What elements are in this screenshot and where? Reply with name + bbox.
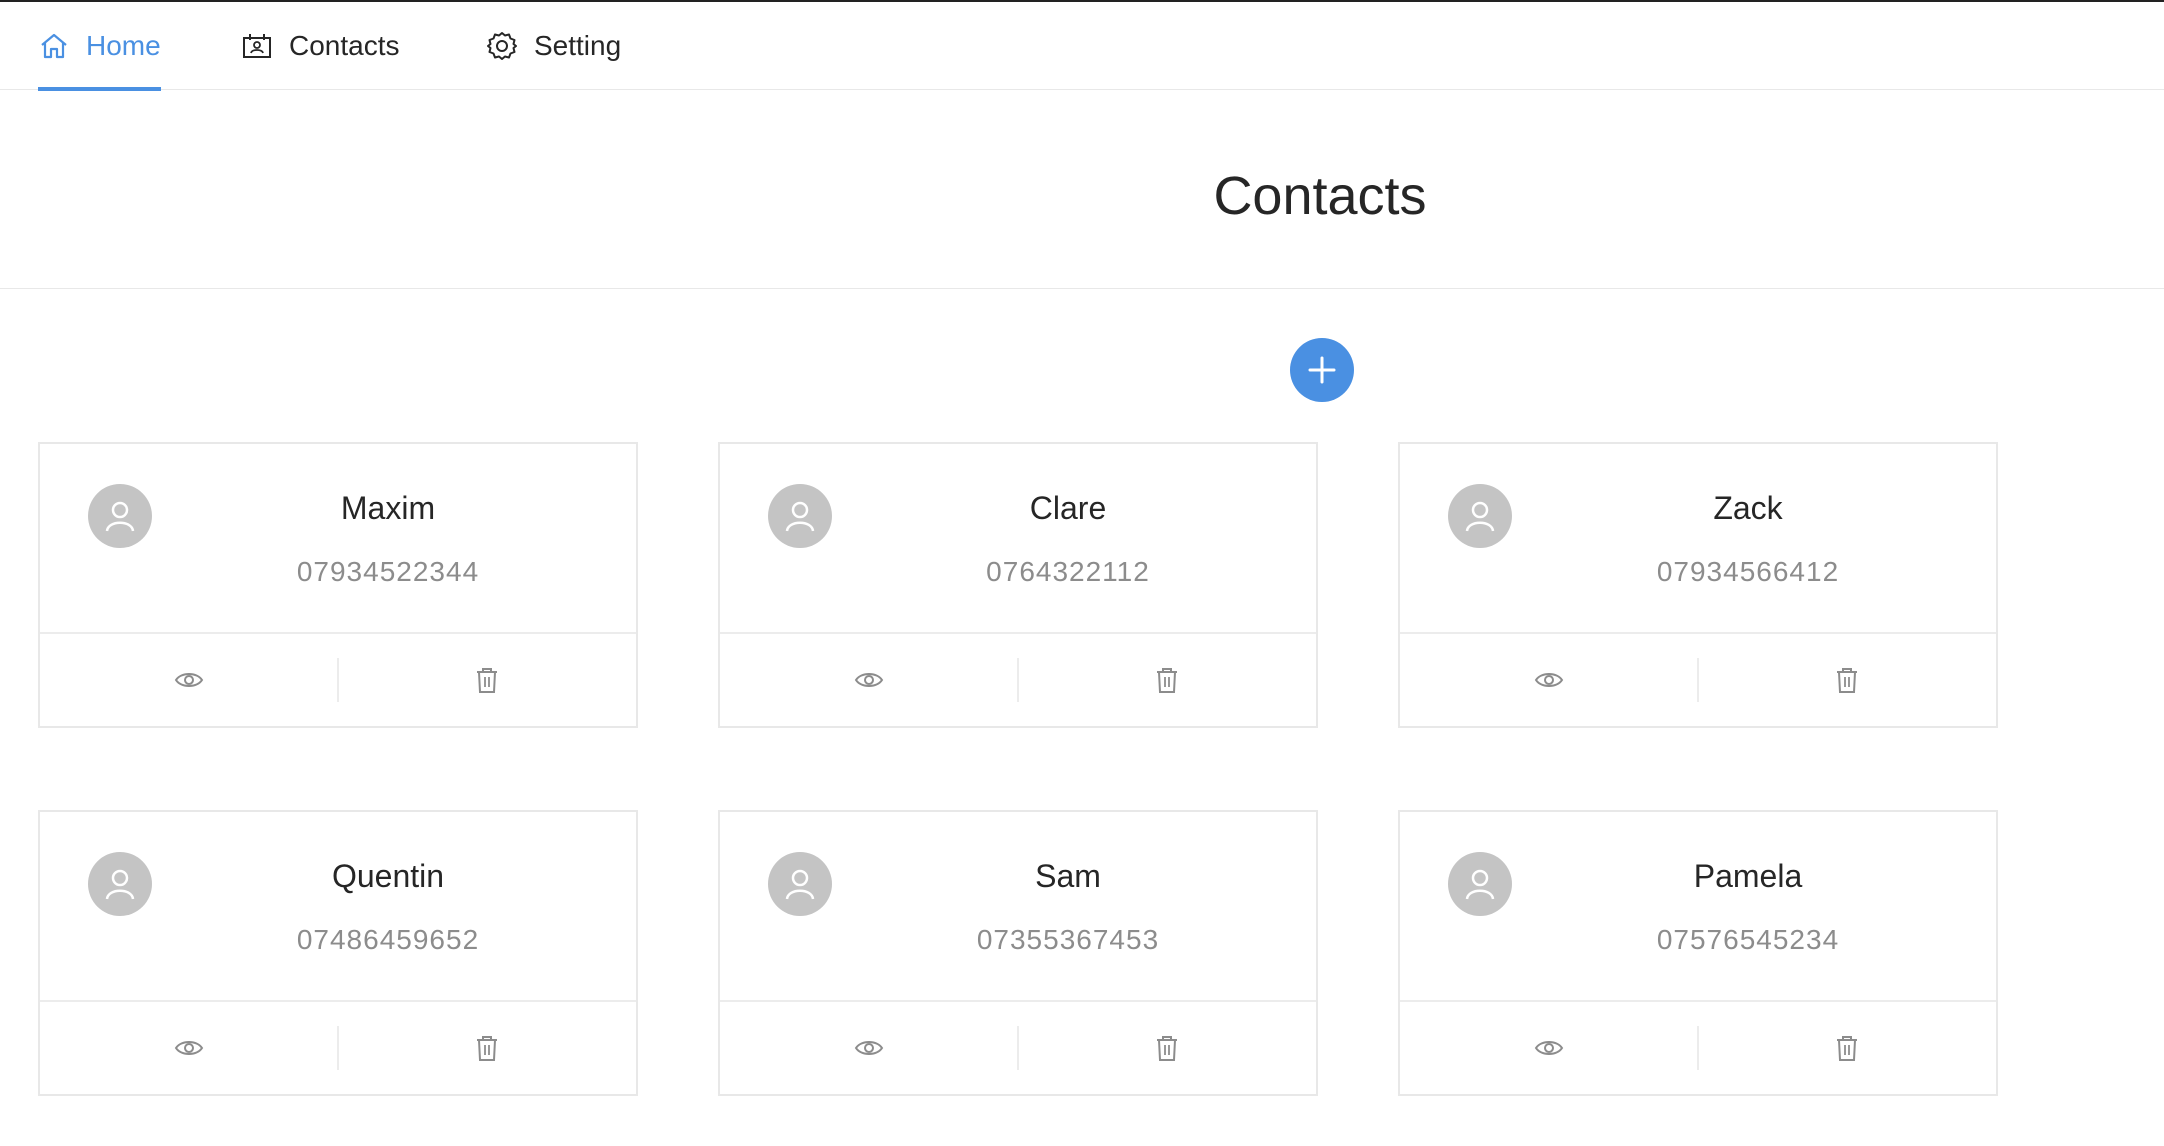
- gear-icon: [487, 32, 517, 60]
- contact-phone: 07576545234: [1656, 924, 1840, 955]
- trash-icon: [1157, 668, 1177, 693]
- contact-card-body: Zack 07934566412: [1400, 444, 1996, 634]
- eye-icon: [1534, 673, 1564, 687]
- contact-phone: 07934566412: [1656, 556, 1840, 587]
- delete-contact-button[interactable]: [1698, 1002, 1996, 1094]
- trash-icon: [1837, 668, 1857, 693]
- view-contact-button[interactable]: [40, 1002, 338, 1094]
- contact-card-body: Clare 0764322112: [720, 444, 1316, 634]
- contact-card: Pamela 07576545234: [1398, 810, 1998, 1096]
- eye-icon: [174, 1041, 204, 1055]
- contact-name: Quentin: [331, 858, 445, 894]
- contact-phone: 07486459652: [296, 924, 480, 955]
- view-contact-button[interactable]: [1400, 1002, 1698, 1094]
- add-contact-button[interactable]: [1290, 338, 1354, 402]
- contact-name: Pamela: [1693, 858, 1803, 894]
- contact-name: Sam: [1035, 858, 1101, 894]
- nav-tab-contacts[interactable]: Contacts: [241, 2, 400, 90]
- contact-card: Maxim 07934522344: [38, 442, 638, 728]
- contact-card-actions: [720, 1002, 1316, 1094]
- delete-contact-button[interactable]: [1018, 634, 1316, 726]
- trash-icon: [477, 1036, 497, 1061]
- contact-card: Clare 0764322112: [718, 442, 1318, 728]
- view-contact-button[interactable]: [720, 634, 1018, 726]
- trash-icon: [1157, 1036, 1177, 1061]
- view-contact-button[interactable]: [1400, 634, 1698, 726]
- contact-card-actions: [720, 634, 1316, 726]
- eye-icon: [174, 673, 204, 687]
- contact-name: Maxim: [340, 490, 436, 526]
- nav-tab-contacts-label: Contacts: [289, 30, 400, 61]
- view-contact-button[interactable]: [40, 634, 338, 726]
- contact-card: Sam 07355367453: [718, 810, 1318, 1096]
- eye-icon: [854, 673, 884, 687]
- contact-card-body: Sam 07355367453: [720, 812, 1316, 1002]
- contact-card: Quentin 07486459652: [38, 810, 638, 1096]
- contact-phone: 0764322112: [986, 556, 1150, 587]
- contact-card: Zack 07934566412: [1398, 442, 1998, 728]
- delete-contact-button[interactable]: [1018, 1002, 1316, 1094]
- contact-card-body: Pamela 07576545234: [1400, 812, 1996, 1002]
- page-title: Contacts: [1213, 166, 1427, 226]
- nav-tab-home[interactable]: Home: [38, 2, 161, 91]
- nav-tab-setting[interactable]: Setting: [486, 2, 621, 90]
- contact-card-body: Maxim 07934522344: [40, 444, 636, 634]
- top-nav: Home Contacts Setting: [0, 2, 2164, 91]
- contact-card-actions: [40, 1002, 636, 1094]
- contact-card-actions: [1400, 634, 1996, 726]
- nav-tab-home-label: Home: [86, 30, 161, 61]
- eye-icon: [854, 1041, 884, 1055]
- contact-card-icon: [243, 34, 271, 58]
- trash-icon: [1837, 1036, 1857, 1061]
- contact-card-body: Quentin 07486459652: [40, 812, 636, 1002]
- contact-phone: 07355367453: [976, 924, 1160, 955]
- nav-tab-setting-label: Setting: [534, 30, 622, 61]
- contact-card-actions: [40, 634, 636, 726]
- delete-contact-button[interactable]: [1698, 634, 1996, 726]
- view-contact-button[interactable]: [720, 1002, 1018, 1094]
- trash-icon: [477, 668, 497, 693]
- delete-contact-button[interactable]: [338, 634, 636, 726]
- contact-name: Zack: [1713, 490, 1783, 526]
- contact-phone: 07934522344: [296, 556, 480, 587]
- home-icon: [41, 33, 67, 59]
- contact-name: Clare: [1029, 490, 1107, 526]
- plus-icon: [1308, 356, 1336, 384]
- delete-contact-button[interactable]: [338, 1002, 636, 1094]
- eye-icon: [1534, 1041, 1564, 1055]
- contact-card-actions: [1400, 1002, 1996, 1094]
